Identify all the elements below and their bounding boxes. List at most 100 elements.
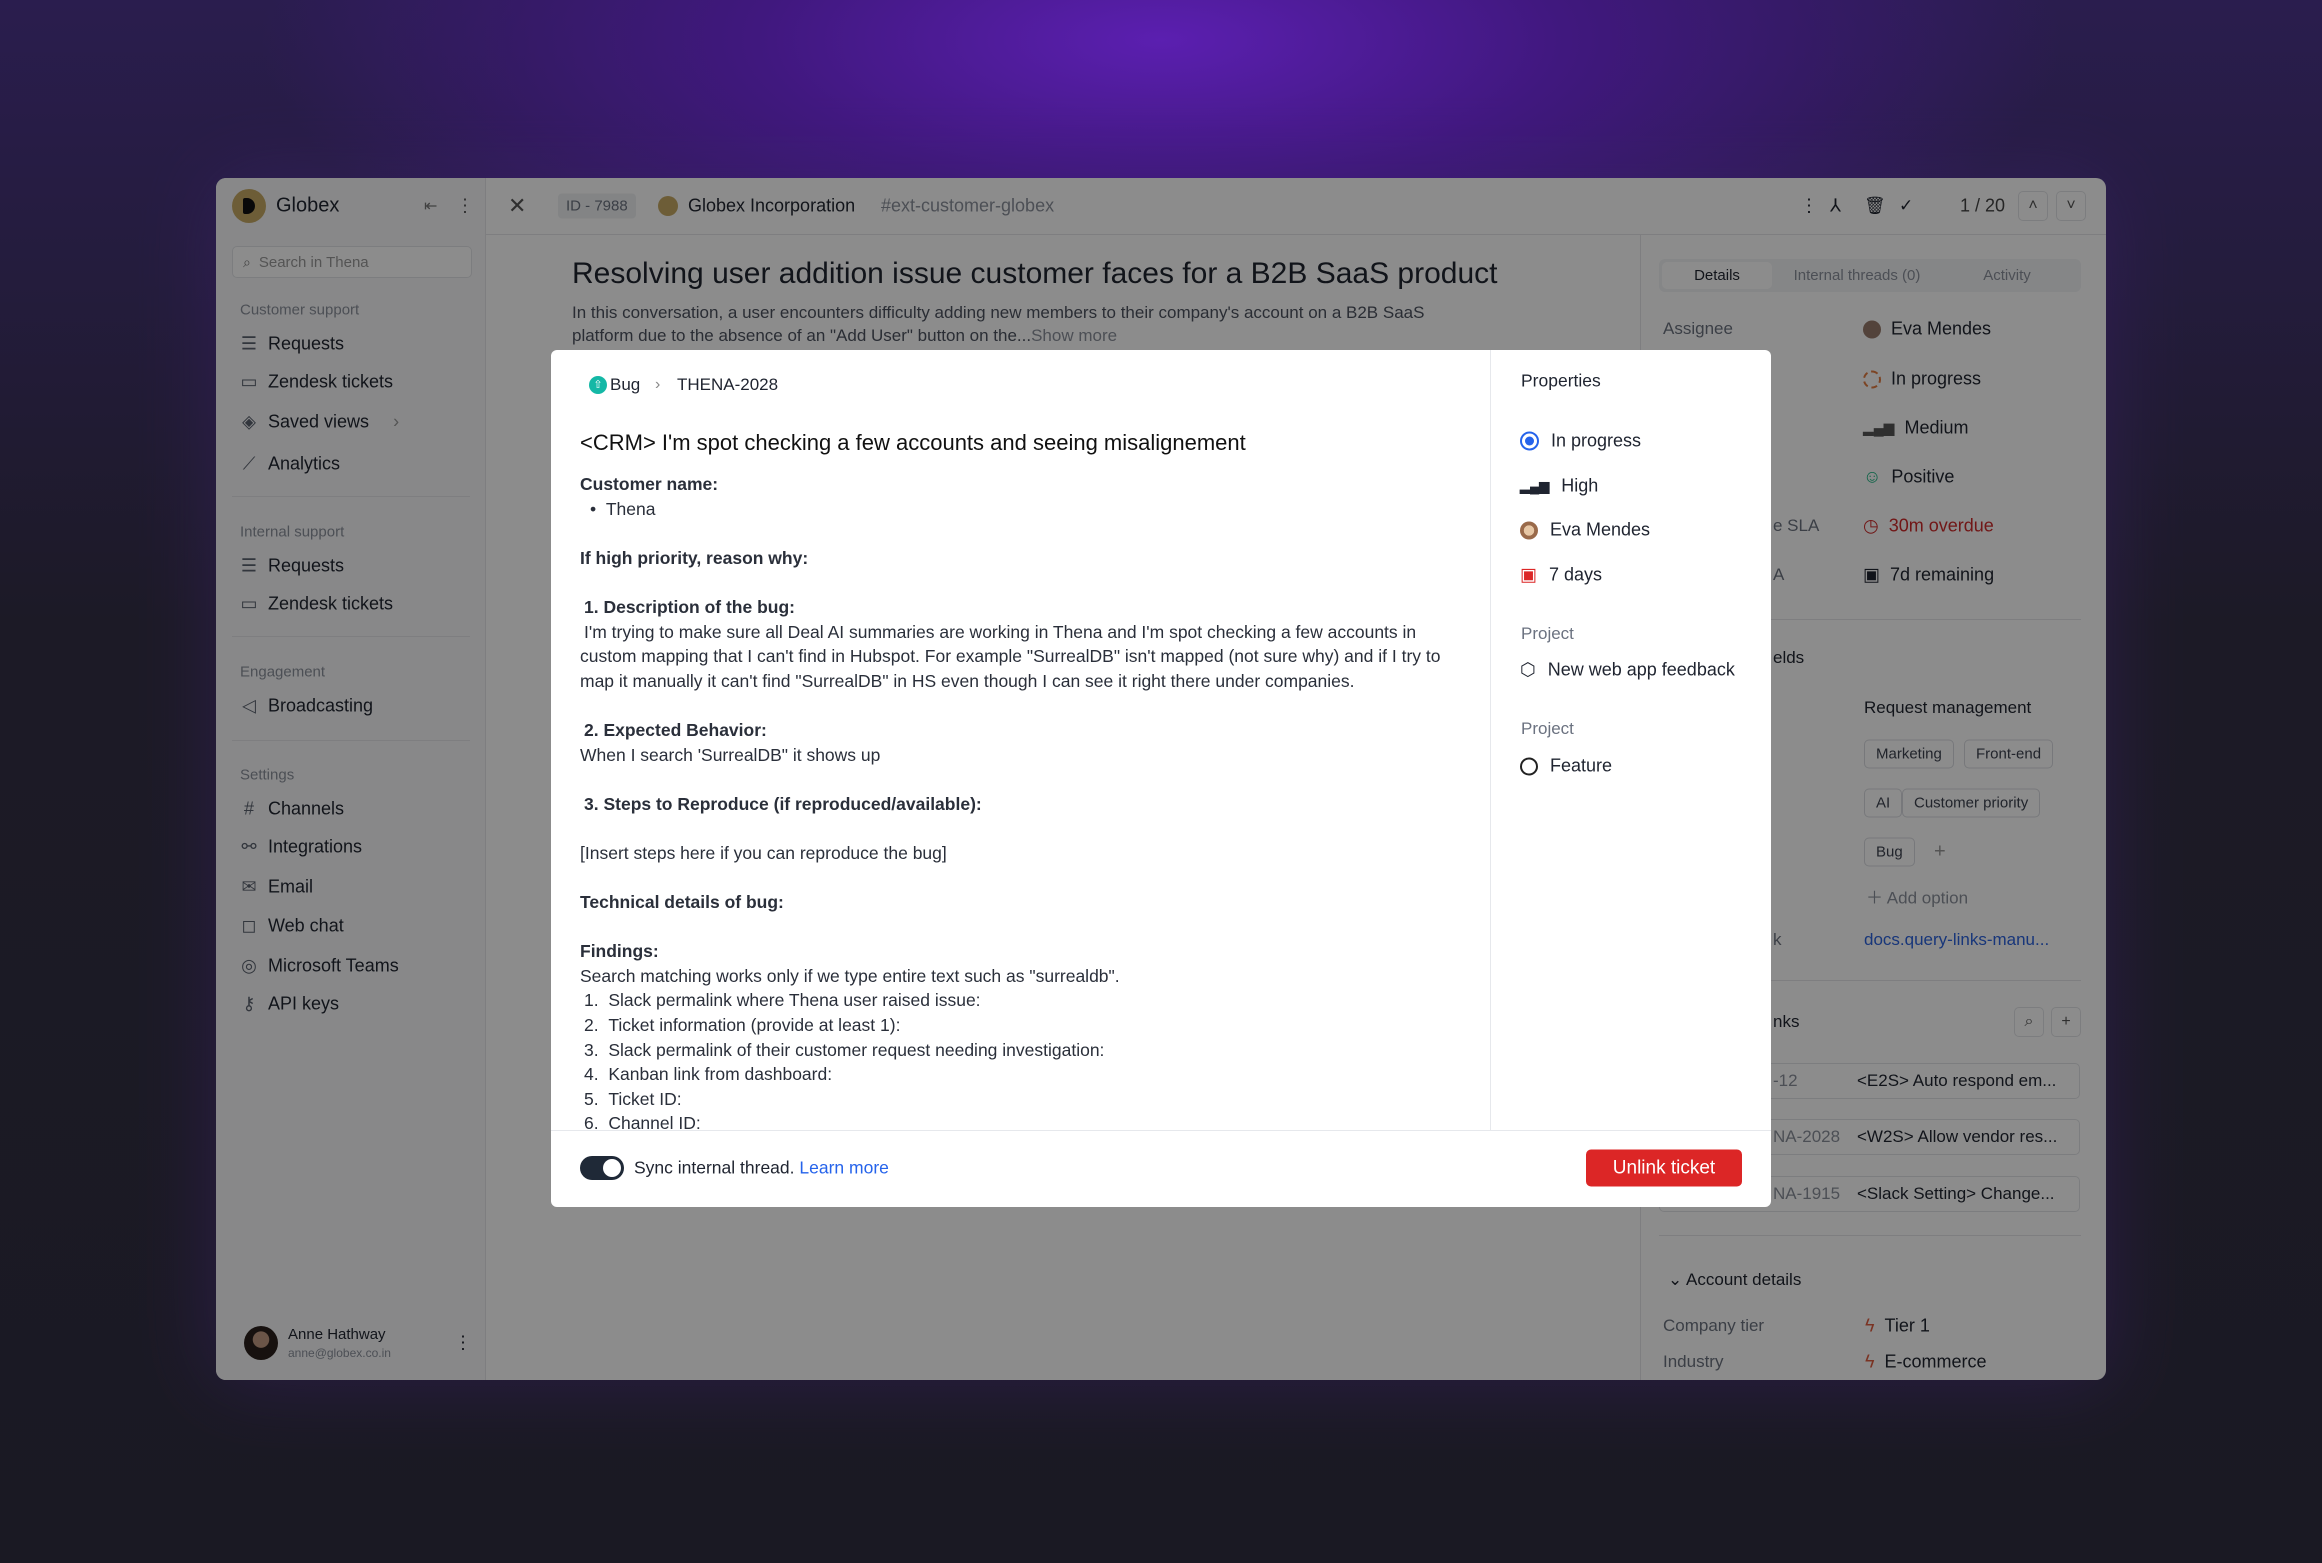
- check-icon[interactable]: ✓: [1899, 196, 1913, 216]
- label: Requests: [268, 555, 345, 576]
- collapse-sidebar-icon[interactable]: ⇤: [424, 196, 437, 216]
- next-button[interactable]: ˅: [2056, 191, 2086, 221]
- sentiment-value[interactable]: ☺ Positive: [1863, 467, 1954, 488]
- hubspot-icon: ϟ: [1865, 1315, 1875, 1336]
- learn-more-link[interactable]: Learn more: [799, 1158, 889, 1178]
- chevron-down-icon: ˅: [2066, 197, 2076, 214]
- chat-icon: ◻: [241, 915, 257, 936]
- linked-ticket-title: <Slack Setting> Change...: [1857, 1184, 2055, 1203]
- sidebar-item-microsoft-teams[interactable]: ◎ Microsoft Teams: [240, 956, 399, 977]
- linked-ticket-title: <E2S> Auto respond em...: [1857, 1071, 2057, 1090]
- show-more-link[interactable]: Show more: [1031, 326, 1117, 345]
- sidebar-item-channels[interactable]: # Channels: [240, 799, 344, 820]
- sidebar-item-zendesk-tickets[interactable]: ▭ Zendesk tickets: [240, 372, 393, 393]
- more-actions-icon[interactable]: ⋮: [1800, 196, 1818, 217]
- project-property[interactable]: ⬡ New web app feedback: [1520, 660, 1735, 681]
- user-avatar[interactable]: [244, 1326, 278, 1360]
- heading: Findings:: [580, 941, 659, 962]
- feature-property[interactable]: Feature: [1520, 756, 1612, 777]
- assignee-label: Assignee: [1663, 319, 1733, 338]
- due-date-property[interactable]: ▣ 7 days: [1520, 565, 1602, 586]
- trash-icon[interactable]: 🗑: [1864, 196, 1886, 216]
- key-icon: ⚷: [242, 993, 256, 1014]
- chevron-up-icon: ˄: [2028, 197, 2038, 214]
- status-property[interactable]: In progress: [1520, 431, 1641, 452]
- list-check-icon: ☰: [240, 333, 258, 354]
- properties-divider: [1490, 350, 1491, 1130]
- pager: 1 / 20: [1960, 195, 2006, 216]
- divider: [232, 740, 470, 741]
- list-item: 4. Kanban link from dashboard:: [584, 1064, 833, 1085]
- account-details-toggle[interactable]: ⌄ Account details: [1668, 1270, 1801, 1290]
- chevron-right-icon: ›: [655, 376, 661, 393]
- divider: [232, 496, 470, 497]
- sidebar-item-email[interactable]: ✉ Email: [240, 877, 313, 898]
- previous-button[interactable]: ˄: [2018, 191, 2048, 221]
- merge-icon[interactable]: ⅄: [1830, 196, 1841, 217]
- value: Eva Mendes: [1891, 318, 1992, 339]
- section-engagement: Engagement: [240, 663, 326, 681]
- unlink-ticket-button[interactable]: Unlink ticket: [1586, 1149, 1742, 1187]
- sidebar-item-analytics[interactable]: ⟋ Analytics: [240, 454, 340, 475]
- sla-value: ◷ 30m overdue: [1863, 516, 1994, 537]
- sidebar-item-broadcasting[interactable]: ◁ Broadcasting: [240, 696, 373, 717]
- value: New web app feedback: [1547, 659, 1735, 680]
- label: Zendesk tickets: [268, 371, 394, 392]
- assignee-property[interactable]: Eva Mendes: [1520, 520, 1650, 541]
- tab-activity[interactable]: Activity: [1942, 267, 2072, 284]
- search-links-button[interactable]: ⌕: [2014, 1007, 2044, 1037]
- sync-toggle[interactable]: [580, 1156, 624, 1180]
- company-name[interactable]: Globex Incorporation: [688, 196, 855, 217]
- sidebar-item-integrations[interactable]: ⚯ Integrations: [240, 837, 362, 858]
- channel-name[interactable]: #ext-customer-globex: [881, 196, 1054, 217]
- tag[interactable]: Customer priority: [1902, 788, 2041, 818]
- company-logo: [658, 196, 678, 216]
- docs-link[interactable]: docs.query-links-manu...: [1864, 930, 2049, 950]
- sidebar-item-internal-requests[interactable]: ☰ Requests: [240, 556, 344, 577]
- search-input[interactable]: ⌕ Search in Thena: [232, 246, 472, 278]
- breadcrumb-type[interactable]: Bug: [610, 375, 640, 395]
- tab-details[interactable]: Details: [1662, 262, 1772, 289]
- assignee-value[interactable]: Eva Mendes: [1863, 319, 1991, 340]
- value: 7 days: [1549, 564, 1603, 585]
- sidebar-item-saved-views[interactable]: ◈ Saved views ›: [240, 412, 399, 433]
- tab-internal-threads[interactable]: Internal threads (0): [1772, 267, 1942, 284]
- user-name: Anne Hathway: [288, 1326, 386, 1343]
- tag[interactable]: Front-end: [1964, 739, 2054, 769]
- close-icon[interactable]: ✕: [508, 193, 526, 219]
- add-option-button[interactable]: ＋ Add option: [1866, 884, 1968, 909]
- industry-value: ϟ E-commerce: [1865, 1352, 1987, 1373]
- sidebar-item-internal-zendesk[interactable]: ▭ Zendesk tickets: [240, 594, 393, 615]
- add-tag-icon[interactable]: +: [1934, 841, 1946, 864]
- status-value[interactable]: In progress: [1863, 369, 1981, 390]
- value: In progress: [1891, 368, 1982, 389]
- sidebar-item-requests[interactable]: ☰ Requests: [240, 334, 344, 355]
- priority-property[interactable]: ▂▄▆ High: [1520, 476, 1598, 497]
- summary-text: platform due to the absence of an "Add U…: [572, 326, 1032, 345]
- request-type-value[interactable]: Request management: [1864, 698, 2031, 718]
- summary-line: In this conversation, a user encounters …: [572, 303, 1425, 322]
- sla2-value: ▣ 7d remaining: [1863, 565, 1994, 586]
- tag[interactable]: AI: [1864, 788, 1903, 818]
- heading: 1. Description of the bug:: [584, 596, 795, 617]
- priority-value[interactable]: ▂▄▆ Medium: [1863, 418, 1968, 439]
- breadcrumb-ticket[interactable]: THENA-2028: [677, 375, 778, 395]
- section-internal-support: Internal support: [240, 523, 345, 541]
- add-link-button[interactable]: +: [2051, 1007, 2081, 1037]
- sidebar-item-api-keys[interactable]: ⚷ API keys: [240, 994, 339, 1015]
- sidebar-item-web-chat[interactable]: ◻ Web chat: [240, 916, 344, 937]
- header-divider: [486, 234, 2106, 235]
- tag[interactable]: Bug: [1864, 837, 1915, 867]
- label: Zendesk tickets: [268, 593, 394, 614]
- tag[interactable]: Marketing: [1864, 739, 1954, 769]
- more-icon[interactable]: ⋮: [456, 196, 474, 217]
- footer-divider: [551, 1130, 1771, 1131]
- text: Kanban link from dashboard:: [608, 1064, 833, 1085]
- integrations-icon: ⚯: [241, 836, 257, 857]
- value: Medium: [1904, 417, 1969, 438]
- value: Tier 1: [1884, 1315, 1930, 1336]
- value: High: [1561, 475, 1599, 496]
- label: Saved views: [268, 411, 370, 432]
- megaphone-icon: ◁: [242, 695, 256, 716]
- user-menu-icon[interactable]: ⋮: [454, 1333, 472, 1354]
